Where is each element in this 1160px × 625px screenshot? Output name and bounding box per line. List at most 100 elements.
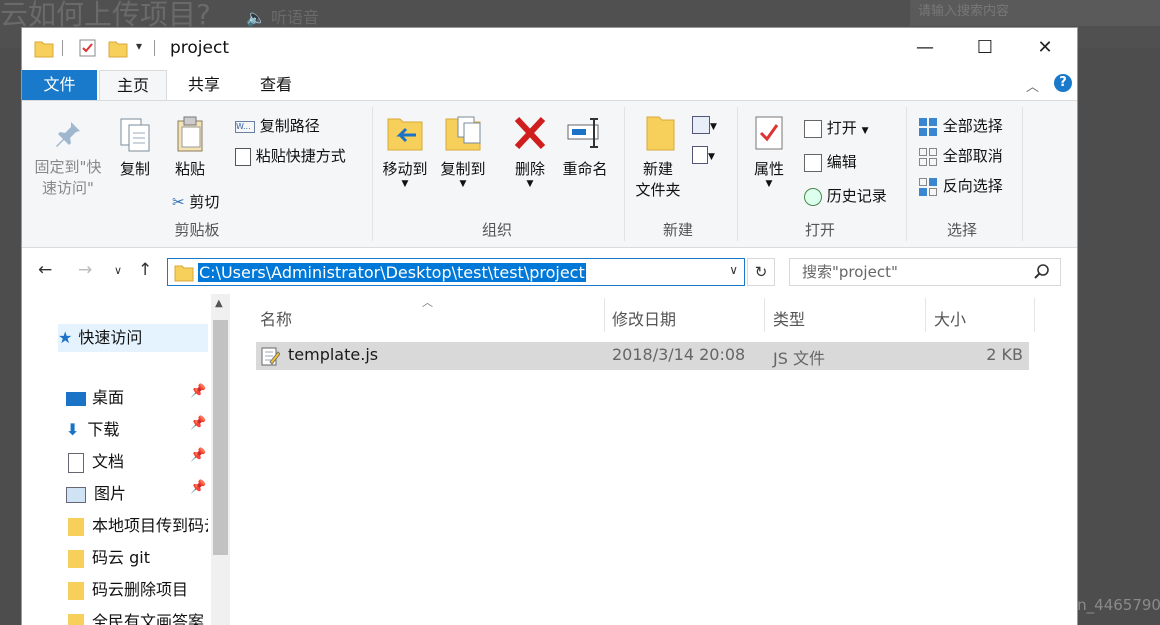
nav-item-folder[interactable]: 本地项目传到码云: [68, 512, 208, 536]
nav-item-downloads[interactable]: ⬇ 下载 📌: [66, 416, 206, 440]
nav-item-label: 图片: [94, 484, 127, 503]
tab-home[interactable]: 主页: [99, 70, 167, 100]
address-input[interactable]: C:\Users\Administrator\Desktop\test\test…: [167, 258, 745, 286]
paste-shortcut-button[interactable]: 粘贴快捷方式: [235, 145, 346, 166]
column-header-size[interactable]: 大小: [934, 306, 966, 330]
nav-item-label: 全民有文画答案: [92, 612, 205, 625]
properties-icon: [755, 116, 783, 150]
minimize-button[interactable]: —: [895, 28, 955, 68]
up-arrow-icon[interactable]: ↑: [138, 260, 152, 280]
paste-shortcut-label: 粘贴快捷方式: [255, 147, 346, 165]
open-icon: [804, 119, 822, 138]
nav-item-label: 码云 git: [92, 548, 150, 567]
pin-icon: 📌: [190, 384, 207, 399]
column-divider[interactable]: [764, 298, 765, 332]
cut-label: 剪切: [189, 193, 220, 211]
new-item-button[interactable]: ▼: [692, 115, 717, 134]
copy-to-icon: [445, 116, 481, 151]
group-label-select: 选择: [946, 221, 977, 239]
background-search-input[interactable]: 请输入搜索内容: [910, 0, 1160, 26]
search-icon: [1034, 264, 1049, 279]
nav-item-documents[interactable]: 文档 📌: [66, 448, 206, 473]
pin-icon: 📌: [190, 480, 207, 495]
paste-button[interactable]: 粘贴: [166, 115, 214, 180]
refresh-icon[interactable]: ↻: [747, 258, 775, 286]
address-dropdown-icon[interactable]: ∨: [729, 263, 738, 277]
group-label-organize: 组织: [481, 221, 512, 239]
history-label: 历史记录: [826, 187, 887, 205]
move-to-button[interactable]: 移动到 ▼: [378, 113, 432, 189]
copy-label: 复制: [119, 160, 150, 178]
nav-item-folder[interactable]: 全民有文画答案: [68, 608, 208, 625]
background-listen-button[interactable]: 🔈 听语音: [246, 4, 319, 28]
properties-quick-icon[interactable]: [78, 38, 98, 58]
rename-button[interactable]: 重命名: [558, 113, 612, 180]
column-header-date[interactable]: 修改日期: [612, 306, 676, 330]
search-input[interactable]: 搜索"project": [789, 258, 1061, 286]
pin-icon: [56, 122, 80, 147]
rename-label: 重命名: [562, 160, 608, 178]
select-all-button[interactable]: 全部选择: [918, 115, 1003, 137]
edit-pencil-icon: [804, 153, 822, 172]
nav-quick-access[interactable]: ★ 快速访问: [58, 324, 208, 352]
nav-scrollbar-thumb[interactable]: [213, 320, 228, 555]
collapse-ribbon-icon[interactable]: ︿: [1026, 76, 1039, 95]
tab-share[interactable]: 共享: [172, 70, 236, 100]
properties-button[interactable]: 属性 ▼: [744, 113, 794, 189]
nav-item-label: 桌面: [92, 388, 125, 407]
back-arrow-icon[interactable]: ←: [38, 260, 52, 280]
nav-item-label: 本地项目传到码云: [92, 516, 208, 535]
background-listen-label: 听语音: [271, 8, 320, 27]
new-folder-button[interactable]: 新建 文件夹: [628, 113, 688, 201]
star-icon: ★: [58, 328, 73, 347]
help-icon[interactable]: ?: [1054, 74, 1072, 92]
file-size: 2 KB: [986, 345, 1023, 364]
ribbon-tabs: 文件 主页 共享 查看 ︿ ?: [22, 68, 1077, 100]
new-folder-label: 新建 文件夹: [635, 160, 681, 199]
title-bar[interactable]: ▾ project — ☐ ✕: [22, 28, 1077, 68]
ribbon-divider: [737, 107, 738, 241]
toolbar-divider: [154, 40, 155, 56]
easy-access-button[interactable]: ▼: [692, 145, 715, 164]
open-button[interactable]: 打开 ▼: [804, 117, 869, 138]
delete-label: 删除: [514, 160, 545, 178]
new-folder-icon: [646, 116, 675, 151]
delete-button[interactable]: 删除 ▼: [506, 113, 554, 189]
tab-file[interactable]: 文件: [22, 70, 97, 100]
nav-scrollbar[interactable]: ▲: [211, 294, 230, 625]
column-divider[interactable]: [925, 298, 926, 332]
nav-item-folder[interactable]: 码云 git: [68, 544, 208, 568]
customize-toolbar-icon[interactable]: ▾: [136, 39, 142, 53]
column-divider[interactable]: [1034, 298, 1035, 332]
address-bar-row: ← → ∨ ↑ C:\Users\Administrator\Desktop\t…: [22, 248, 1077, 294]
nav-item-pictures[interactable]: 图片 📌: [66, 480, 206, 504]
copy-to-button[interactable]: 复制到 ▼: [436, 113, 490, 189]
select-all-icon: [919, 117, 937, 136]
pin-to-quick-access-button[interactable]: 固定到"快 速访问": [30, 119, 106, 199]
maximize-button[interactable]: ☐: [955, 28, 1015, 68]
new-folder-quick-icon[interactable]: [108, 38, 128, 58]
recent-locations-icon[interactable]: ∨: [114, 264, 122, 277]
history-button[interactable]: 历史记录: [804, 185, 887, 206]
column-header-type[interactable]: 类型: [773, 306, 805, 330]
scroll-up-icon[interactable]: ▲: [215, 298, 223, 309]
cut-button[interactable]: ✂ 剪切: [172, 191, 219, 212]
nav-item-folder[interactable]: 码云删除项目: [68, 576, 208, 600]
copy-button[interactable]: 复制: [110, 115, 160, 180]
table-row[interactable]: template.js 2018/3/14 20:08 JS 文件 2 KB: [256, 342, 1029, 370]
pin-icon: 📌: [190, 448, 207, 463]
column-divider[interactable]: [604, 298, 605, 332]
copy-path-button[interactable]: W... 复制路径: [235, 115, 320, 136]
pin-label: 固定到"快 速访问": [34, 158, 102, 197]
select-none-button[interactable]: 全部取消: [918, 145, 1003, 167]
tab-view[interactable]: 查看: [244, 70, 308, 100]
folder-icon: [68, 613, 84, 625]
delete-x-icon: [514, 116, 546, 150]
invert-selection-button[interactable]: 反向选择: [918, 175, 1003, 197]
edit-button[interactable]: 编辑: [804, 151, 857, 172]
forward-arrow-icon[interactable]: →: [78, 260, 92, 280]
folder-icon: [34, 41, 54, 58]
nav-item-desktop[interactable]: 桌面 📌: [66, 384, 206, 408]
close-button[interactable]: ✕: [1015, 28, 1075, 68]
column-header-name[interactable]: 名称: [260, 306, 292, 330]
